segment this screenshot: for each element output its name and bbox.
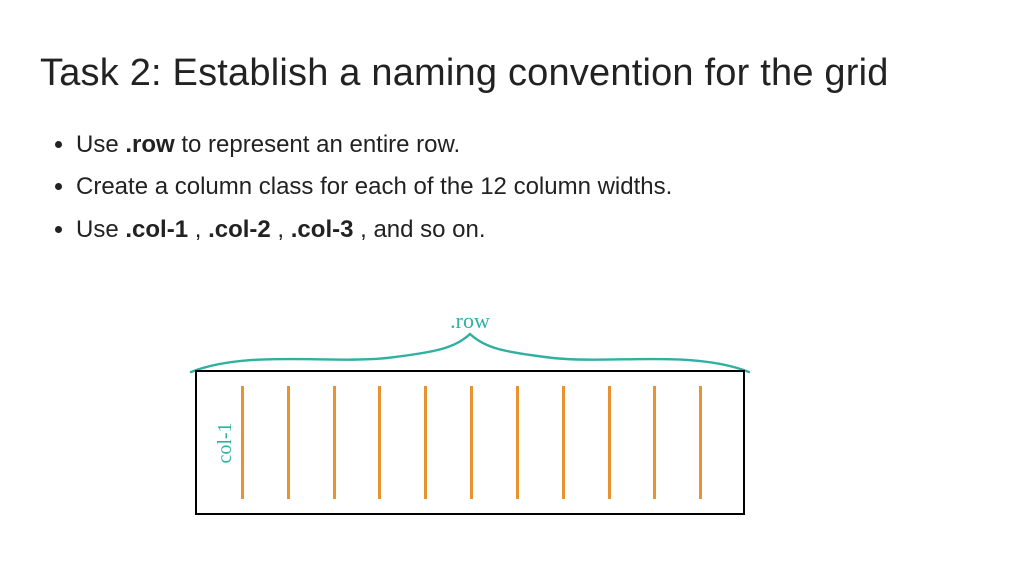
slide-title: Task 2: Establish a naming convention fo… xyxy=(40,52,984,95)
bullet-text: , xyxy=(271,216,291,243)
column-separator xyxy=(378,386,381,499)
code-text: .col-1 xyxy=(125,216,188,243)
code-text: .col-3 xyxy=(291,216,354,243)
column-separator xyxy=(562,386,565,499)
slide: Task 2: Establish a naming convention fo… xyxy=(0,0,1024,576)
column-separator xyxy=(653,386,656,499)
grid-illustration: .row col-1 xyxy=(195,370,745,515)
bullet-text: to represent an entire row. xyxy=(175,131,461,158)
column-separator xyxy=(241,386,244,499)
list-item: Use .col-1 , .col-2 , .col-3 , and so on… xyxy=(76,214,984,246)
column-separator xyxy=(333,386,336,499)
list-item: Create a column class for each of the 12… xyxy=(76,171,984,203)
list-item: Use .row to represent an entire row. xyxy=(76,129,984,161)
bullet-text: Create a column class for each of the 12… xyxy=(76,173,672,200)
col1-label: col-1 xyxy=(214,422,237,463)
column-separator xyxy=(424,386,427,499)
row-box: col-1 xyxy=(195,370,745,515)
column-separator xyxy=(516,386,519,499)
bullet-text: Use xyxy=(76,216,125,243)
code-text: .col-2 xyxy=(208,216,271,243)
bullet-text: , and so on. xyxy=(353,216,485,243)
bullet-text: , xyxy=(188,216,208,243)
column-separator xyxy=(699,386,702,499)
code-text: .row xyxy=(125,131,174,158)
column-separator xyxy=(287,386,290,499)
column-separator xyxy=(470,386,473,499)
bullet-text: Use xyxy=(76,131,125,158)
bullet-list: Use .row to represent an entire row. Cre… xyxy=(76,129,984,246)
column-separator xyxy=(608,386,611,499)
